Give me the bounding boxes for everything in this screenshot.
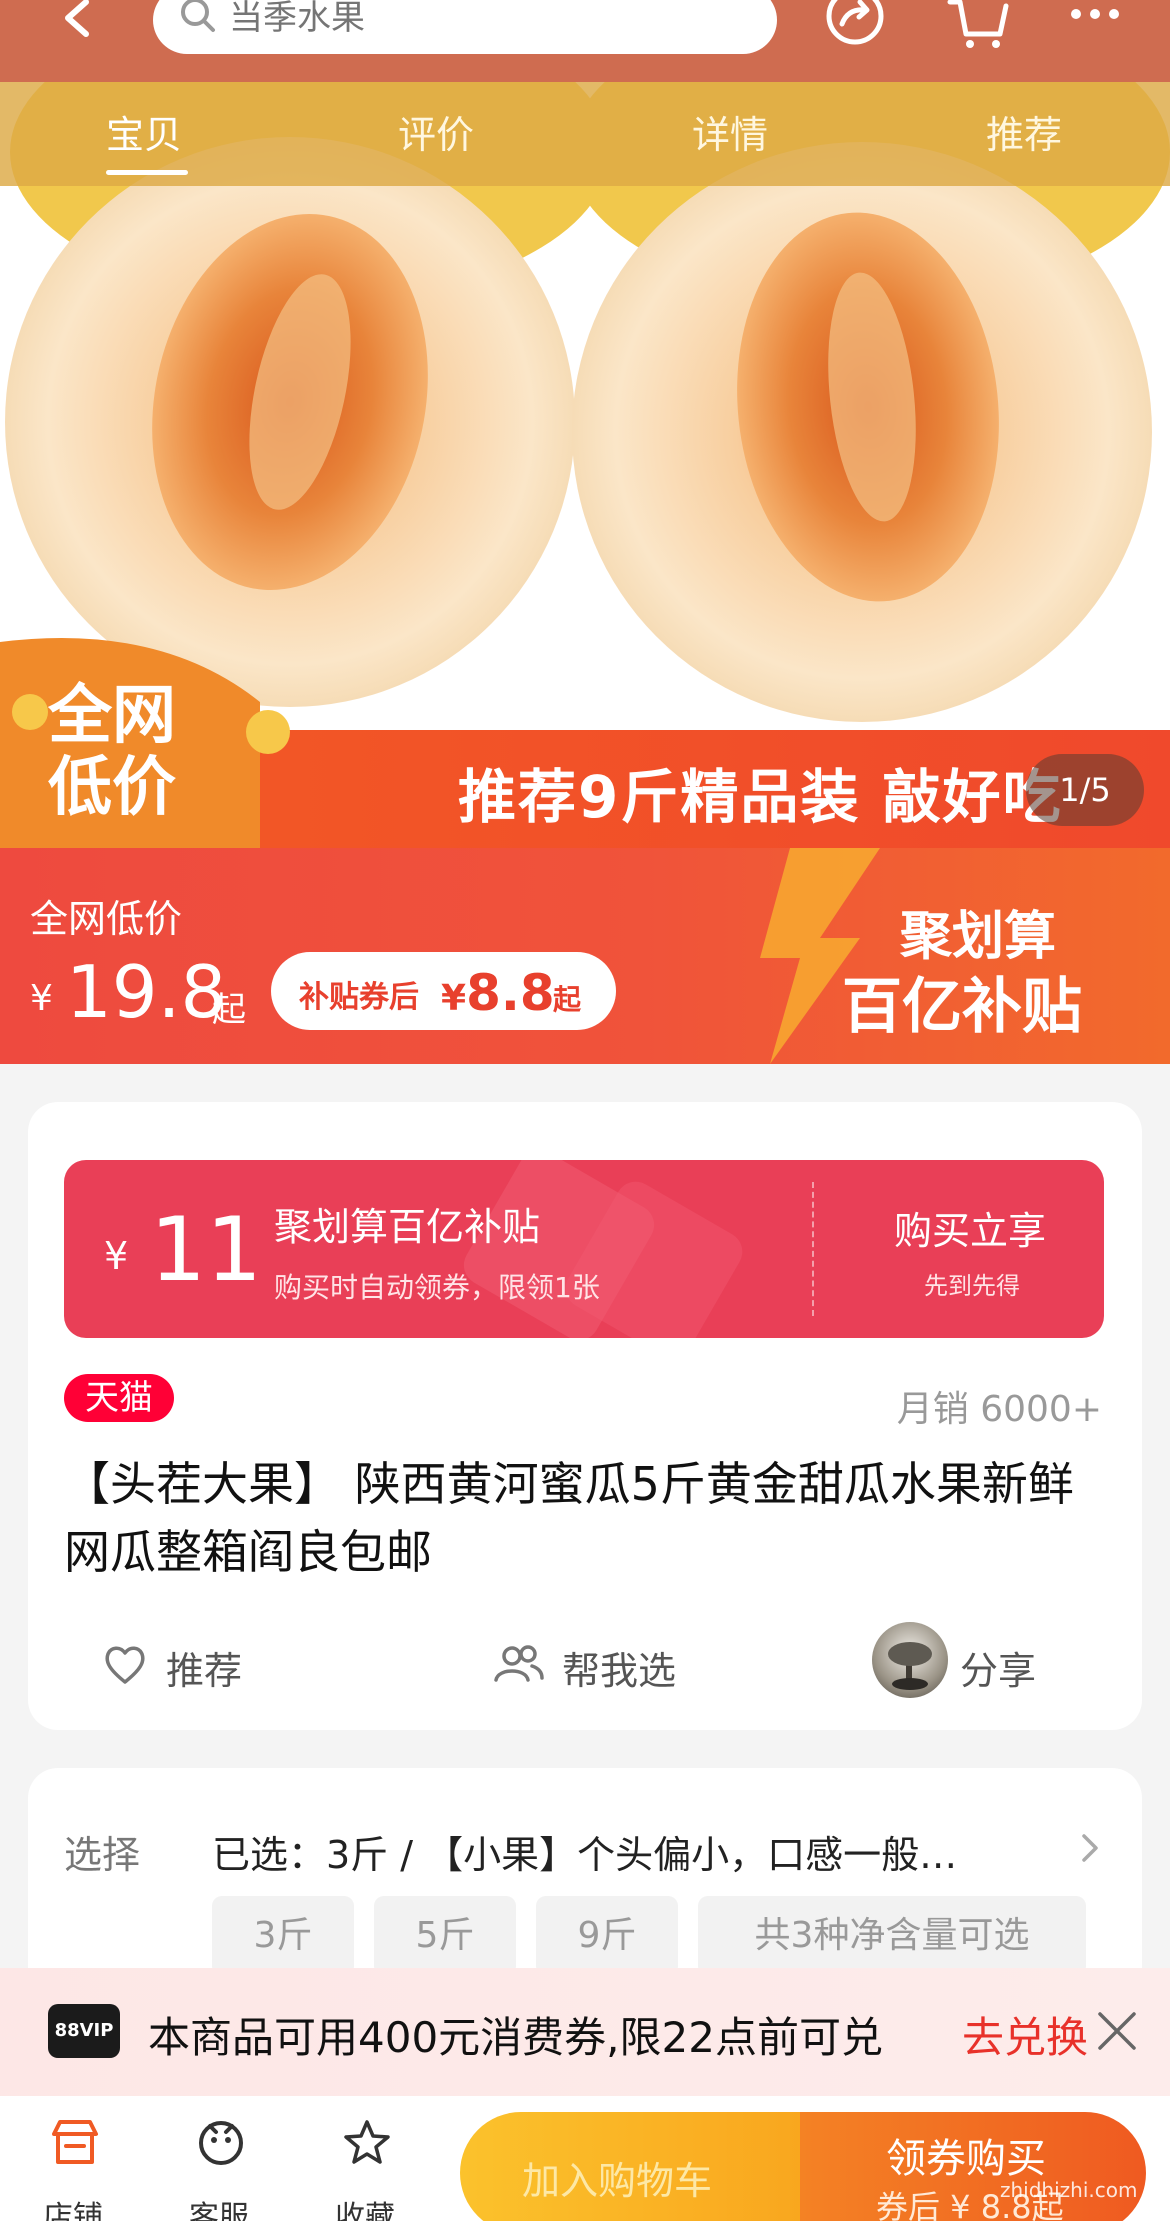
subsidy-label: 补贴券后 [299,980,419,1015]
coupon-title: 聚划算百亿补贴 [274,1205,541,1249]
option-chip-3jin[interactable]: 3斤 [212,1896,354,1976]
add-to-cart-button[interactable]: 加入购物车 [460,2112,810,2221]
share-arrow-icon [826,0,884,45]
customer-service-button[interactable]: 客服 [174,2096,264,2221]
88vip-badge: 88VIP [48,2004,120,2058]
bonsai-avatar-icon [888,1642,932,1690]
back-arrow-icon [65,0,89,37]
tmall-badge: 天猫 [64,1374,174,1422]
bottom-action-bar: 店铺 客服 收藏 加入购物车 领券购买 券后 ¥ 8.8起 [0,2096,1170,2221]
store-button[interactable]: 店铺 [28,2096,118,2221]
subsidy-coupon[interactable]: ¥ 11 聚划算百亿补贴 购买时自动领券，限领1张 购买立享 先到先得 [64,1160,1104,1338]
subsidy-currency: ¥ [441,978,467,1019]
price-banner: 全网低价 ¥ 19.8 起 补贴券后 ¥8.8 起 聚划算 百亿补贴 [0,848,1170,1064]
coupon-amount: 11 [150,1198,262,1301]
share-button[interactable] [822,0,892,60]
campaign-subtitle: 百亿补贴 [842,972,1082,1042]
tab-item[interactable]: 宝贝 [106,104,182,159]
heart-icon [105,1646,145,1684]
subsidy-suffix: 起 [553,983,582,1016]
low-price-badge: 全网 低价 [48,680,176,824]
subsidy-price: ¥8.8 [441,964,555,1022]
price-value: 19.8 [66,950,227,1034]
product-image-carousel[interactable]: 全网 低价 推荐9斤精品装 敲好吃 1/5 [0,82,1170,848]
tab-details[interactable]: 详情 [692,104,768,159]
buy-label: 领券购买 [886,2136,1046,2182]
star-icon [344,2120,390,2164]
badge-line-1: 全网 [48,679,176,753]
recommend-label: 推荐 [166,1649,243,1693]
image-counter: 1/5 [1026,754,1144,826]
search-input[interactable] [229,0,749,40]
monthly-sales: 月销 6000+ [896,1389,1102,1430]
product-title: 【头茬大果】 陕西黄河蜜瓜5斤黄金甜瓜水果新鲜网瓜整箱阎良包邮 [64,1457,1074,1579]
people-icon [494,1645,544,1682]
section-tabs: 宝贝 评价 详情 推荐 [0,82,1170,186]
store-icon [52,2120,98,2164]
chat-face-icon [199,2121,243,2165]
favorite-button[interactable]: 收藏 [320,2096,410,2221]
tab-recommend[interactable]: 推荐 [986,104,1062,159]
coupon-currency: ¥ [104,1234,129,1278]
cart-button[interactable] [944,0,1014,60]
close-icon[interactable] [1094,2008,1140,2054]
subsidy-price-pill: 补贴券后 ¥8.8 起 [271,952,616,1030]
coupon-divider [812,1182,814,1316]
option-chip-all[interactable]: 共3种净含量可选 [698,1896,1086,1976]
more-dots-icon [1071,9,1119,19]
top-bar [0,0,1170,82]
coupon-subtitle: 购买时自动领券，限领1张 [274,1271,600,1304]
price-label: 全网低价 [30,897,183,941]
product-info-card: ¥ 11 聚划算百亿补贴 购买时自动领券，限领1张 购买立享 先到先得 天猫 月… [28,1102,1142,1730]
avatar[interactable] [872,1622,948,1698]
redeem-link[interactable]: 去兑换 [962,2004,1088,2065]
more-button[interactable] [1062,0,1132,60]
help-me-choose-label: 帮我选 [562,1649,677,1693]
share-product-button[interactable]: 分享 [960,1630,1080,1700]
coupon-action-sub: 先到先得 [924,1272,1020,1300]
recommend-button[interactable]: 推荐 [102,1630,302,1700]
selected-option: 已选：3斤 / 【小果】个头偏小，口感一般… [212,1833,958,1877]
tab-reviews[interactable]: 评价 [398,104,474,159]
option-chip-9jin[interactable]: 9斤 [536,1896,678,1976]
voucher-promo-strip: 88VIP 本商品可用400元消费券,限22点前可兑 去兑换 [0,1968,1170,2096]
option-label: 选择 [64,1833,141,1877]
option-chip-5jin[interactable]: 5斤 [374,1896,516,1976]
favorite-label: 收藏 [335,2200,395,2221]
help-me-choose-button[interactable]: 帮我选 [492,1630,732,1700]
price-suffix: 起 [212,990,246,1030]
search-icon [181,0,215,32]
store-label: 店铺 [43,2200,103,2221]
hero-slogan: 推荐9斤精品装 敲好吃 [458,763,1063,831]
service-label: 客服 [189,2200,249,2221]
chevron-right-icon [1082,1834,1098,1862]
share-label: 分享 [960,1649,1037,1693]
add-to-cart-label: 加入购物车 [522,2159,713,2203]
back-button[interactable] [52,0,102,60]
search-bar[interactable] [153,0,777,54]
subsidy-value: 8.8 [466,964,555,1022]
badge-line-2: 低价 [48,751,176,825]
coupon-action[interactable]: 购买立享 [894,1200,1046,1255]
promo-text: 本商品可用400元消费券,限22点前可兑 [148,2013,883,2062]
price-currency: ¥ [30,978,53,1019]
active-tab-indicator [106,170,188,175]
buy-with-coupon-button[interactable]: 领券购买 券后 ¥ 8.8起 [800,2112,1146,2221]
site-watermark: zhidhizhi.com [1000,2178,1138,2202]
cart-icon [947,0,1009,48]
